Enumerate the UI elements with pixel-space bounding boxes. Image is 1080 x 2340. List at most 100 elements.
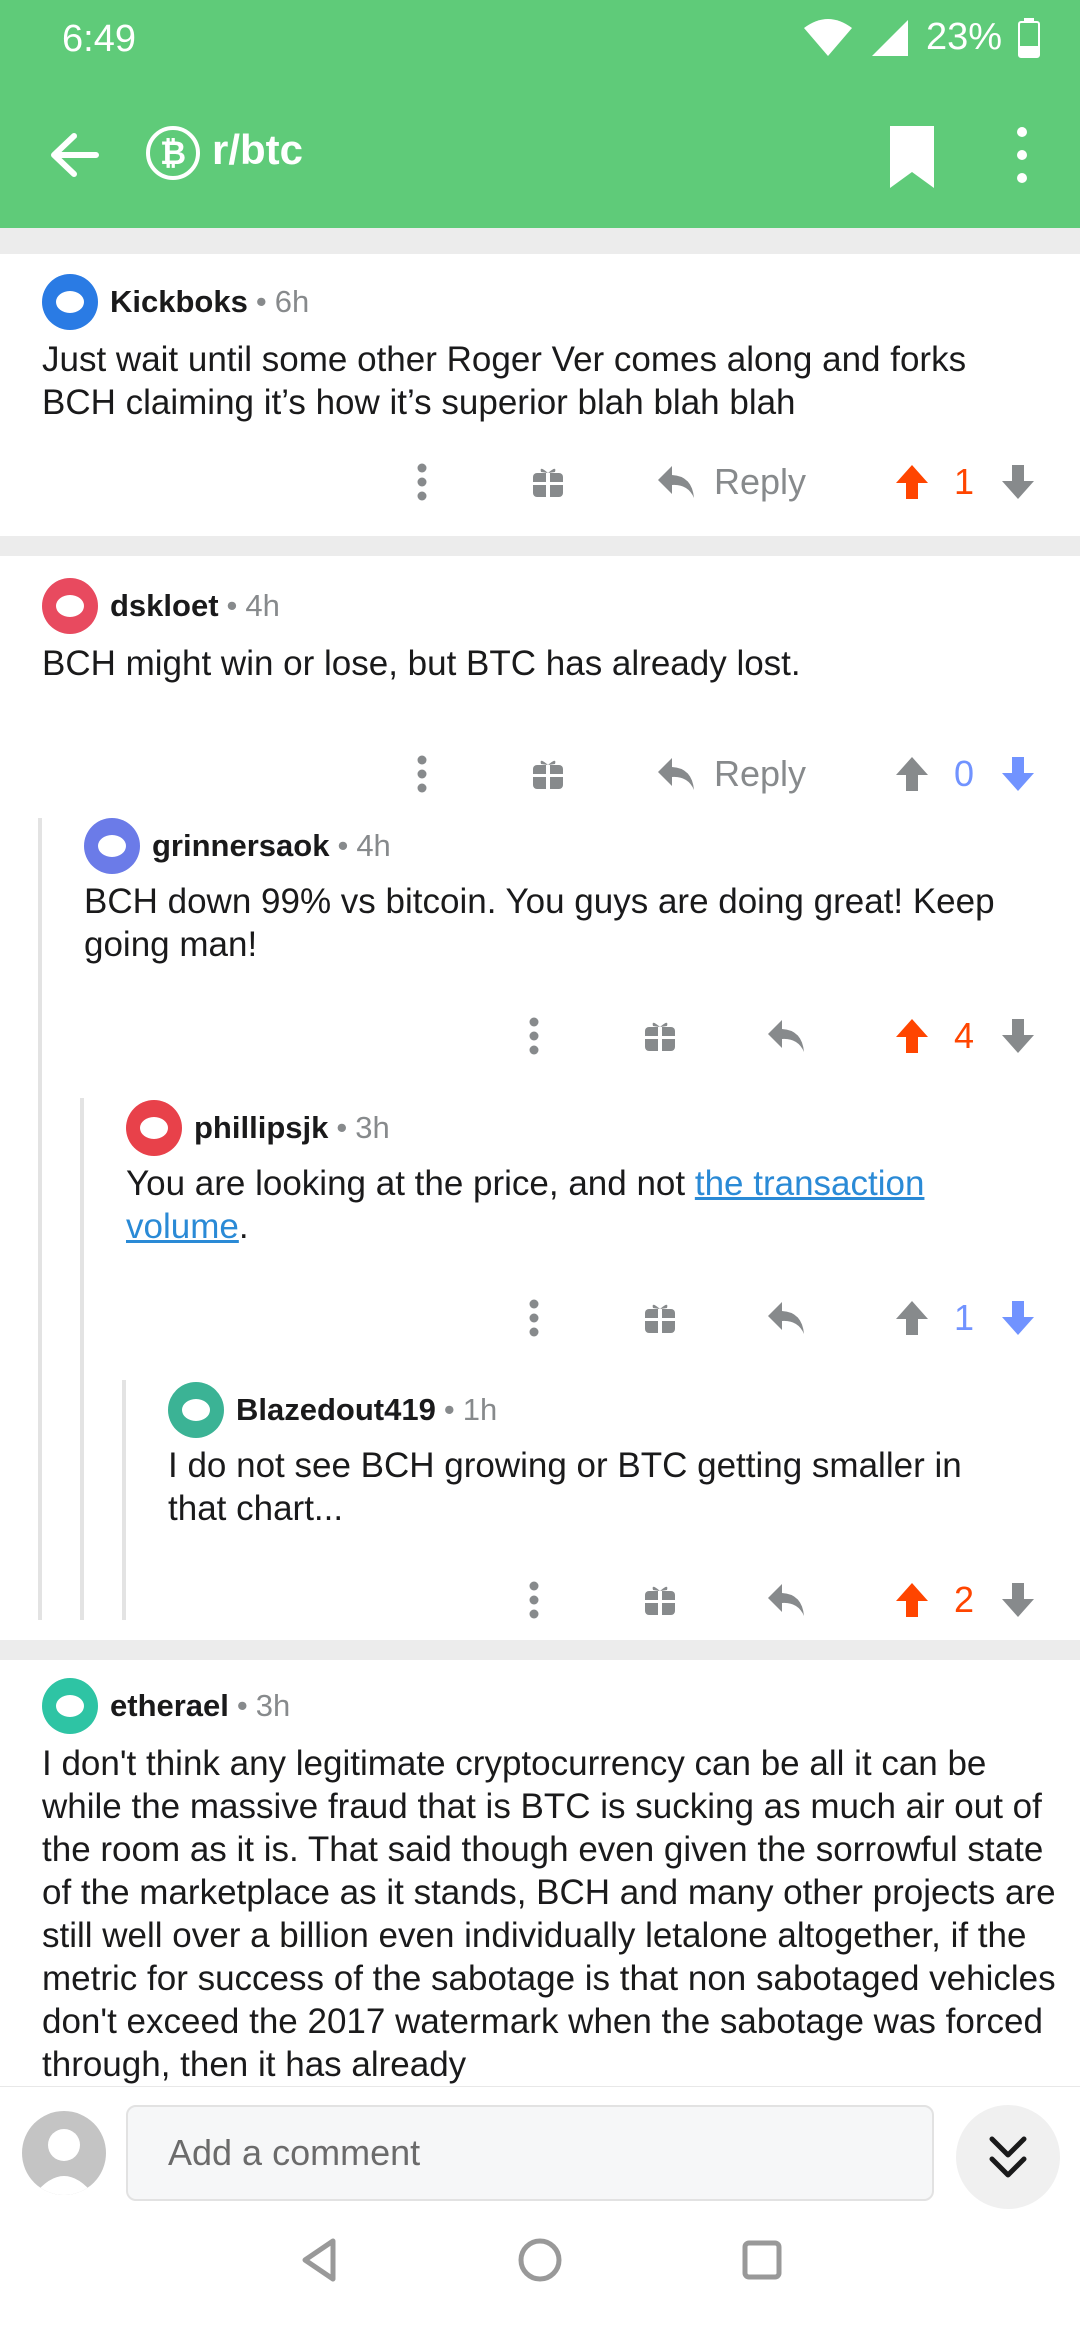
more-options-icon [417,463,427,501]
person-icon [34,2129,94,2195]
gift-icon [533,468,563,497]
vote-score: 4 [953,1015,975,1056]
upvote-arrow-icon [896,1019,928,1053]
award-button[interactable] [528,742,568,806]
divider [0,536,1080,556]
app-bar: 6:49 23% ₿ r/btc [0,0,1080,228]
comment-author-row: dskloet • 4h [42,578,280,634]
more-options-icon [529,1299,539,1337]
comment-body: Just wait until some other Roger Ver com… [42,340,967,422]
vote-score: 1 [953,461,975,502]
reply-button[interactable]: Reply [656,450,812,514]
reply-icon [658,466,694,498]
downvote-button[interactable] [998,1568,1038,1632]
downvote-arrow-icon [1002,1583,1034,1617]
upvote-button[interactable] [892,450,932,514]
reply-button[interactable]: Reply [656,742,812,806]
nav-recents-button[interactable] [722,2220,802,2300]
username[interactable]: phillipsjk [194,1110,328,1146]
upvote-arrow-icon [896,757,928,791]
username[interactable]: etherael [110,1688,229,1724]
battery-percent: 23% [925,16,1002,58]
reply-icon [768,1302,804,1334]
downvote-arrow-icon [1002,757,1034,791]
next-comment-button[interactable] [956,2105,1060,2209]
body-text: You are looking at the price, and not [126,1164,695,1203]
gift-icon [645,1304,675,1333]
more-options-icon[interactable] [1004,120,1040,190]
comment-body: BCH might win or lose, but BTC has alrea… [42,644,801,683]
reply-icon [768,1020,804,1052]
more-button[interactable] [514,1568,554,1632]
vote-score: 2 [953,1579,975,1620]
more-button[interactable] [402,742,442,806]
avatar[interactable] [84,818,140,874]
bookmark-icon[interactable] [882,122,942,192]
more-button[interactable] [402,450,442,514]
downvote-button[interactable] [998,742,1038,806]
more-options-icon [417,755,427,793]
subreddit-name[interactable]: r/btc [212,126,303,174]
wifi-icon [803,18,852,56]
divider [0,228,1080,254]
username[interactable]: Blazedout419 [236,1392,436,1428]
more-button[interactable] [514,1286,554,1350]
username[interactable]: grinnersaok [152,828,329,864]
comment-actions: Reply 1 [0,450,1080,514]
nav-back-button[interactable] [280,2220,360,2300]
avatar[interactable] [42,274,98,330]
circle-home-icon [518,2238,562,2282]
comment-body: I don't think any legitimate cryptocurre… [42,1744,1056,2084]
add-comment-input[interactable] [126,2105,934,2201]
upvote-arrow-icon [896,1301,928,1335]
downvote-arrow-icon [1002,465,1034,499]
body-text-end: . [238,1207,249,1246]
username[interactable]: dskloet [110,588,219,624]
avatar[interactable] [168,1382,224,1438]
more-button[interactable] [514,1004,554,1068]
vote-score: 1 [953,1297,975,1338]
upvote-button[interactable] [892,1568,932,1632]
user-avatar[interactable] [22,2111,106,2195]
downvote-button[interactable] [998,1004,1038,1068]
reply-label: Reply [714,461,807,502]
gift-icon [533,760,563,789]
status-icons: 23% [802,16,1040,59]
back-arrow-icon[interactable] [40,120,110,190]
reply-button[interactable] [766,1286,806,1350]
comment: etherael • 3h I don't think any legitima… [0,1660,1080,2086]
comment-age: 1h [462,1392,498,1427]
avatar[interactable] [126,1100,182,1156]
username[interactable]: Kickboks [110,284,248,320]
separator-dot: • [336,1110,348,1145]
cell-signal-icon [871,19,908,56]
downvote-button[interactable] [998,1286,1038,1350]
upvote-button[interactable] [892,1004,932,1068]
downvote-arrow-icon [1002,1019,1034,1053]
battery-icon [1018,17,1040,58]
comment-age: 6h [274,284,310,319]
comment-author-row: Blazedout419 • 1h [168,1382,497,1438]
avatar[interactable] [42,1678,98,1734]
reply-button[interactable] [766,1004,806,1068]
upvote-button[interactable] [892,1286,932,1350]
comment-age: 3h [355,1110,390,1145]
square-recents-icon [742,2240,782,2280]
downvote-button[interactable] [998,450,1038,514]
award-button[interactable] [640,1004,680,1068]
comment-reply: Blazedout419 • 1h I do not see BCH growi… [0,1380,1080,1640]
reply-button[interactable] [766,1568,806,1632]
reply-icon [768,1584,804,1616]
separator-dot: • [236,1688,248,1723]
upvote-arrow-icon [896,1583,928,1617]
comment-author-row: Kickboks • 6h [42,274,309,330]
award-button[interactable] [528,450,568,514]
status-bar: 6:49 23% [0,0,1080,80]
award-button[interactable] [640,1286,680,1350]
comment-body: You are looking at the price, and not th… [126,1162,1026,1248]
award-button[interactable] [640,1568,680,1632]
nav-home-button[interactable] [500,2220,580,2300]
upvote-button[interactable] [892,742,932,806]
upvote-arrow-icon [896,465,928,499]
avatar[interactable] [42,578,98,634]
